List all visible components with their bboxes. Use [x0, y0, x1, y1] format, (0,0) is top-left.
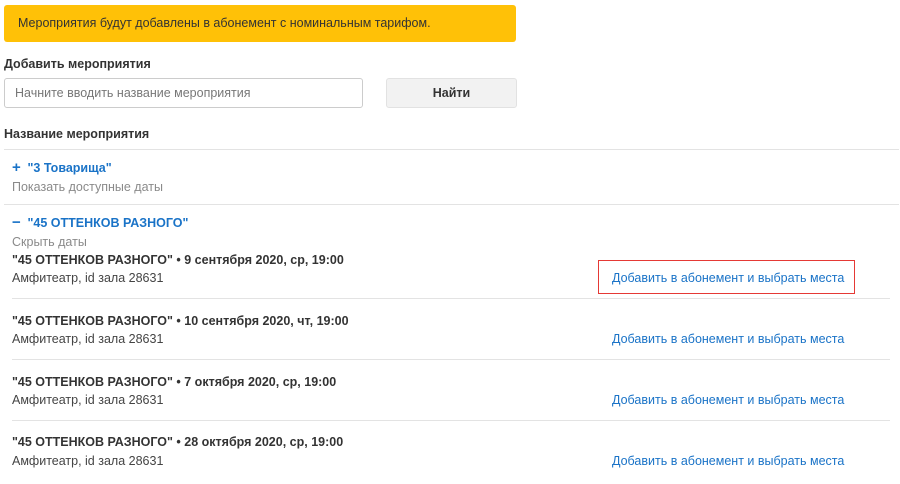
session-event-name: "45 ОТТЕНКОВ РАЗНОГО": [12, 435, 173, 449]
session-venue: Амфитеатр, id зала 28631: [12, 332, 164, 346]
divider: [12, 420, 890, 421]
add-to-subscription-link[interactable]: Добавить в абонемент и выбрать места: [612, 393, 844, 407]
divider: [4, 204, 899, 205]
event-name: "45 ОТТЕНКОВ РАЗНОГО": [27, 216, 189, 230]
session-event-name: "45 ОТТЕНКОВ РАЗНОГО": [12, 314, 173, 328]
divider: [12, 298, 890, 299]
add-to-subscription-link[interactable]: Добавить в абонемент и выбрать места: [612, 332, 844, 346]
session-title: "45 ОТТЕНКОВ РАЗНОГО" • 10 сентября 2020…: [12, 314, 349, 328]
session-title: "45 ОТТЕНКОВ РАЗНОГО" • 7 октября 2020, …: [12, 375, 336, 389]
event-toggle-45-ottenkov[interactable]: − "45 ОТТЕНКОВ РАЗНОГО": [12, 214, 189, 231]
session-date: • 7 октября 2020, ср, 19:00: [172, 375, 337, 389]
add-to-subscription-link[interactable]: Добавить в абонемент и выбрать места: [612, 454, 844, 468]
session-date: • 9 сентября 2020, ср, 19:00: [172, 253, 344, 267]
plus-icon: +: [12, 159, 21, 176]
show-dates-link[interactable]: Показать доступные даты: [12, 180, 163, 194]
add-events-label: Добавить мероприятия: [4, 57, 151, 71]
event-search-input[interactable]: [4, 78, 363, 108]
find-button[interactable]: Найти: [386, 78, 517, 108]
session-venue: Амфитеатр, id зала 28631: [12, 454, 164, 468]
session-date: • 10 сентября 2020, чт, 19:00: [172, 314, 349, 328]
event-name: "3 Товарища": [27, 161, 112, 175]
info-alert: Мероприятия будут добавлены в абонемент …: [4, 5, 516, 42]
session-venue: Амфитеатр, id зала 28631: [12, 393, 164, 407]
session-date: • 28 октября 2020, ср, 19:00: [172, 435, 344, 449]
event-toggle-3-tovarishcha[interactable]: + "3 Товарища": [12, 159, 112, 176]
divider: [4, 149, 899, 150]
info-alert-text: Мероприятия будут добавлены в абонемент …: [18, 16, 431, 30]
divider: [12, 359, 890, 360]
session-title: "45 ОТТЕНКОВ РАЗНОГО" • 28 октября 2020,…: [12, 435, 343, 449]
session-event-name: "45 ОТТЕНКОВ РАЗНОГО": [12, 253, 173, 267]
event-name-column-header: Название мероприятия: [4, 127, 150, 141]
highlight-box: [598, 260, 855, 294]
session-venue: Амфитеатр, id зала 28631: [12, 271, 164, 285]
minus-icon: −: [12, 214, 21, 231]
hide-dates-link[interactable]: Скрыть даты: [12, 235, 87, 249]
session-title: "45 ОТТЕНКОВ РАЗНОГО" • 9 сентября 2020,…: [12, 253, 344, 267]
session-event-name: "45 ОТТЕНКОВ РАЗНОГО": [12, 375, 173, 389]
